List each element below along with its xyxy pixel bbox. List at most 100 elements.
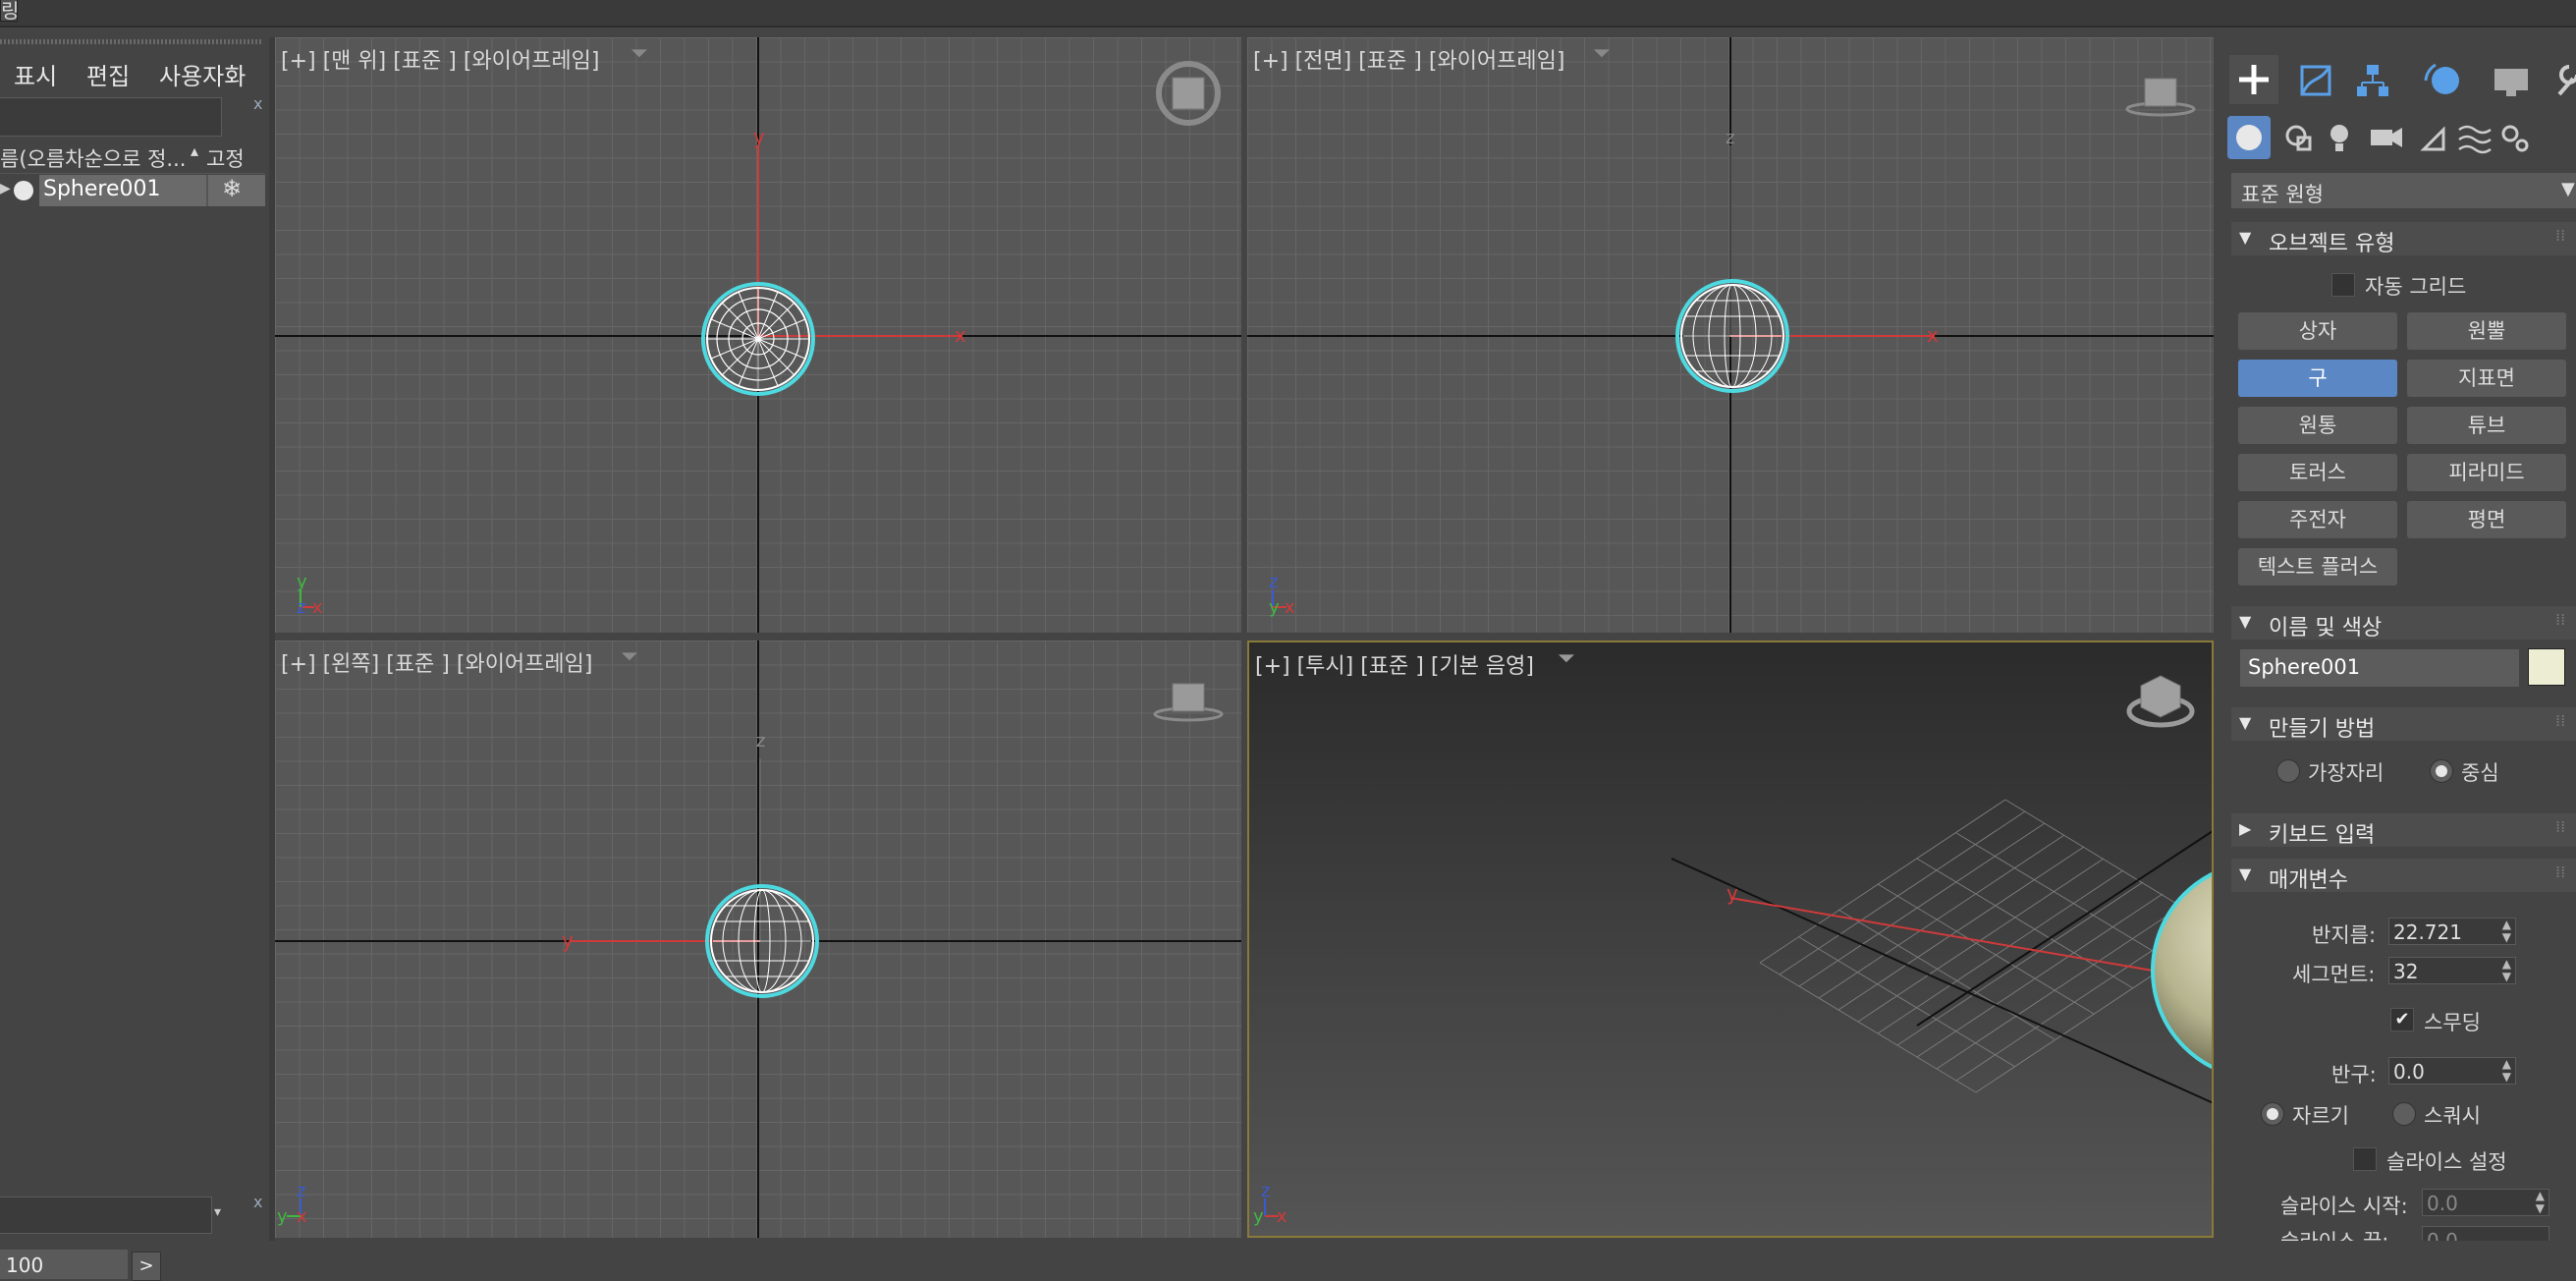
sphere-visibility-icon[interactable] <box>14 181 33 200</box>
cameras-category-icon[interactable] <box>2371 128 2402 147</box>
squash-label: 스쿼시 <box>2424 1104 2481 1128</box>
spinner-arrows-icon[interactable]: ▲ ▼ <box>2536 1190 2545 1215</box>
smooth-checkbox[interactable]: ✔ <box>2390 1008 2414 1031</box>
center-radio[interactable] <box>2430 759 2453 783</box>
textplus-button[interactable]: 텍스트 플러스 <box>2238 548 2397 585</box>
slice-to-spinner[interactable]: 0.0 <box>2422 1226 2549 1241</box>
sphere-wireframe-left[interactable] <box>705 884 819 998</box>
explorer-bottom-arrow-icon[interactable]: ▾ <box>214 1204 221 1220</box>
hierarchy-tab-icon[interactable] <box>2357 65 2388 96</box>
cylinder-button[interactable]: 원통 <box>2238 407 2397 444</box>
chop-radio[interactable] <box>2261 1102 2284 1126</box>
spinner-arrows-icon[interactable]: ▲ ▼ <box>2502 1058 2511 1084</box>
viewport-left-label[interactable]: [+] [왼쪽] [표준 ] [와이어프레임] <box>281 646 592 678</box>
tube-button[interactable]: 튜브 <box>2407 407 2566 444</box>
next-frame-button[interactable]: > <box>132 1252 161 1281</box>
rollout-creation-method[interactable]: ▼ 만들기 방법 ⁞⁞ <box>2231 707 2576 742</box>
slice-to-row: 슬라이스 끝: 0.0 <box>2231 1226 2576 1241</box>
sphere-button[interactable]: 구 <box>2238 360 2397 397</box>
viewport-left[interactable]: z y z y x [+] [왼쪽] [표준 ] [와이어프레임] ⏷ <box>275 640 1241 1238</box>
freeze-snowflake-icon[interactable]: ❄ <box>222 175 242 202</box>
gizmo-h-label: x <box>1927 323 1939 347</box>
explorer-column-header[interactable]: 름(오름차순으로 정... ▴ 고정 <box>0 141 265 174</box>
box-button[interactable]: 상자 <box>2238 312 2397 350</box>
spinner-arrows-icon[interactable]: ▲ ▼ <box>2502 919 2511 944</box>
explorer-row-selected[interactable]: Sphere001 ❄ <box>39 175 265 206</box>
rollout-object-type[interactable]: ▼ 오브젝트 유형 ⁞⁞ <box>2231 222 2576 256</box>
slice-from-spinner[interactable]: 0.0 ▲ ▼ <box>2422 1189 2549 1216</box>
viewcube-perspective-icon[interactable] <box>2126 675 2195 728</box>
explorer-bottom-field[interactable] <box>0 1197 212 1234</box>
gizmo-v-label: z <box>1726 128 1734 148</box>
autogrid-label: 자동 그리드 <box>2365 275 2467 299</box>
edge-radio[interactable] <box>2276 759 2300 783</box>
expand-arrow-icon[interactable]: ▶ <box>0 181 11 196</box>
rollout-name-color[interactable]: ▼ 이름 및 색상 ⁞⁞ <box>2231 606 2576 640</box>
segments-spinner[interactable]: 32 ▲ ▼ <box>2388 957 2516 984</box>
viewcube-front-icon[interactable] <box>2125 78 2196 117</box>
systems-category-icon[interactable] <box>2501 125 2529 152</box>
radius-label: 반지름: <box>2312 923 2377 947</box>
torus-button[interactable]: 토러스 <box>2238 454 2397 491</box>
sphere-wireframe-front[interactable] <box>1675 279 1789 393</box>
spinner-arrows-icon[interactable]: ▲ ▼ <box>2502 958 2511 983</box>
geosphere-button[interactable]: 지표면 <box>2407 360 2566 397</box>
rollout-creation-method-title: 만들기 방법 <box>2269 717 2376 742</box>
helpers-category-icon[interactable] <box>2420 126 2445 151</box>
autogrid-checkbox[interactable] <box>2331 273 2355 297</box>
axis-tripod-top: y z x <box>297 572 323 618</box>
explorer-search-input[interactable] <box>0 97 222 137</box>
menu-display[interactable]: 표시 <box>14 57 57 91</box>
squash-radio[interactable] <box>2392 1102 2416 1126</box>
viewport-perspective-label[interactable]: [+] [투시] [표준 ] [기본 음영] <box>1255 648 1534 680</box>
column-freeze-header[interactable]: 고정 <box>206 143 245 173</box>
lights-category-icon[interactable] <box>2330 125 2348 151</box>
shapes-category-icon[interactable] <box>2285 125 2312 151</box>
panel-grip[interactable] <box>0 39 263 44</box>
radius-spinner[interactable]: 22.721 ▲ ▼ <box>2388 918 2516 945</box>
sphere-wireframe-top[interactable] <box>701 282 815 396</box>
object-name-input[interactable]: Sphere001 <box>2239 648 2520 688</box>
svg-text:z: z <box>297 1181 305 1201</box>
explorer-side-marker-bottom: x <box>253 1193 263 1211</box>
viewcube-left-icon[interactable] <box>1153 683 1224 722</box>
viewport-front-label[interactable]: [+] [전면] [표준 ] [와이어프레임] <box>1253 43 1564 75</box>
scene-explorer <box>0 37 269 1241</box>
hemisphere-value: 0.0 <box>2393 1060 2425 1084</box>
menu-item-fragment[interactable]: 링 <box>0 0 18 22</box>
slice-on-checkbox[interactable] <box>2353 1147 2377 1171</box>
menu-edit[interactable]: 편집 <box>86 57 130 91</box>
frame-counter-field[interactable]: 100 <box>0 1250 128 1279</box>
filter-icon[interactable]: ⏷ <box>621 644 638 669</box>
rollout-keyboard-entry[interactable]: ▶ 키보드 입력 ⁞⁞ <box>2231 813 2576 848</box>
hemisphere-spinner[interactable]: 0.0 ▲ ▼ <box>2388 1057 2516 1085</box>
menu-customize[interactable]: 사용자화 <box>159 57 246 91</box>
category-dropdown[interactable]: 표준 원형 ▼ <box>2231 173 2576 208</box>
display-tab-icon[interactable] <box>2494 69 2528 96</box>
geometry-category-icon[interactable] <box>2227 116 2271 159</box>
svg-text:y: y <box>1269 597 1280 618</box>
rollout-parameters[interactable]: ▼ 매개변수 ⁞⁞ <box>2231 859 2576 893</box>
filter-icon[interactable]: ⏷ <box>1558 646 1575 671</box>
teapot-button[interactable]: 주전자 <box>2238 501 2397 538</box>
filter-icon[interactable]: ⏷ <box>630 41 648 66</box>
utilities-tab-icon[interactable] <box>2557 65 2576 96</box>
viewcube-top-icon[interactable] <box>1156 61 1221 126</box>
status-bar <box>0 1244 2576 1279</box>
filter-icon[interactable]: ⏷ <box>1593 41 1611 66</box>
viewport-top[interactable]: y x y z x [+] [맨 위] [표준 ] [와이어프레임] ⏷ <box>275 37 1241 633</box>
spacewarps-category-icon[interactable] <box>2458 125 2492 154</box>
motion-tab-icon[interactable] <box>2424 63 2459 94</box>
viewport-top-label[interactable]: [+] [맨 위] [표준 ] [와이어프레임] <box>281 43 599 75</box>
pyramid-button[interactable]: 피라미드 <box>2407 454 2566 491</box>
viewport-perspective[interactable]: y z y x [+] [투시] [표준 ] [기본 음영] ⏷ <box>1247 640 2214 1238</box>
cone-button[interactable]: 원뿔 <box>2407 312 2566 350</box>
column-name-header[interactable]: 름(오름차순으로 정... <box>0 143 186 173</box>
plane-button[interactable]: 평면 <box>2407 501 2566 538</box>
object-color-swatch[interactable] <box>2528 648 2565 686</box>
grip-dots-icon: ⁞⁞ <box>2555 817 2566 836</box>
viewport-top-scene: y x y z x <box>275 37 1241 633</box>
viewport-front[interactable]: z x z y x [+] [전면] [표준 ] [와이어프레임] ⏷ <box>1247 37 2214 633</box>
modify-tab-icon[interactable] <box>2300 65 2331 96</box>
create-tab-icon[interactable] <box>2229 55 2278 104</box>
